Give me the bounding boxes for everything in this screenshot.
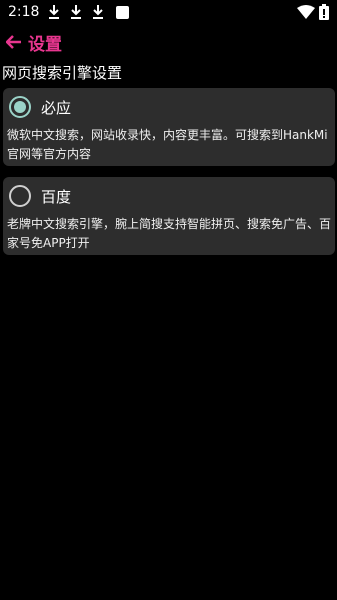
- option-header: 必应: [9, 96, 71, 118]
- battery-alert-icon: [319, 4, 329, 20]
- system-icons: [297, 4, 329, 20]
- engine-option-baidu[interactable]: 百度 老牌中文搜索引擎，腕上简搜支持智能拼页、搜索免广告、百家号免APP打开: [3, 177, 335, 255]
- arrow-left-icon[interactable]: [6, 35, 22, 49]
- wifi-icon: [297, 5, 315, 19]
- option-label: 必应: [41, 98, 72, 117]
- app-square-icon: [116, 5, 129, 19]
- engine-option-bing[interactable]: 必应 微软中文搜索，网站收录快，内容更丰富。可搜索到HankMi官网等官方内容: [3, 88, 335, 166]
- option-description: 微软中文搜索，网站收录快，内容更丰富。可搜索到HankMi官网等官方内容: [7, 128, 328, 161]
- status-bar: 2:18: [0, 0, 337, 24]
- app-bar: 设置: [0, 28, 62, 56]
- download-icon: [93, 5, 103, 19]
- section-heading: 网页搜索引擎设置: [2, 64, 123, 82]
- notification-icons: [48, 5, 129, 19]
- download-icon: [71, 5, 81, 19]
- option-header: 百度: [9, 185, 71, 207]
- status-time: 2:18: [8, 4, 40, 20]
- radio-unselected-icon[interactable]: [9, 185, 31, 207]
- option-label: 百度: [41, 187, 72, 206]
- download-icon: [49, 5, 59, 19]
- option-description: 老牌中文搜索引擎，腕上简搜支持智能拼页、搜索免广告、百家号免APP打开: [7, 217, 332, 250]
- radio-selected-icon[interactable]: [9, 96, 31, 118]
- page-title: 设置: [28, 34, 62, 55]
